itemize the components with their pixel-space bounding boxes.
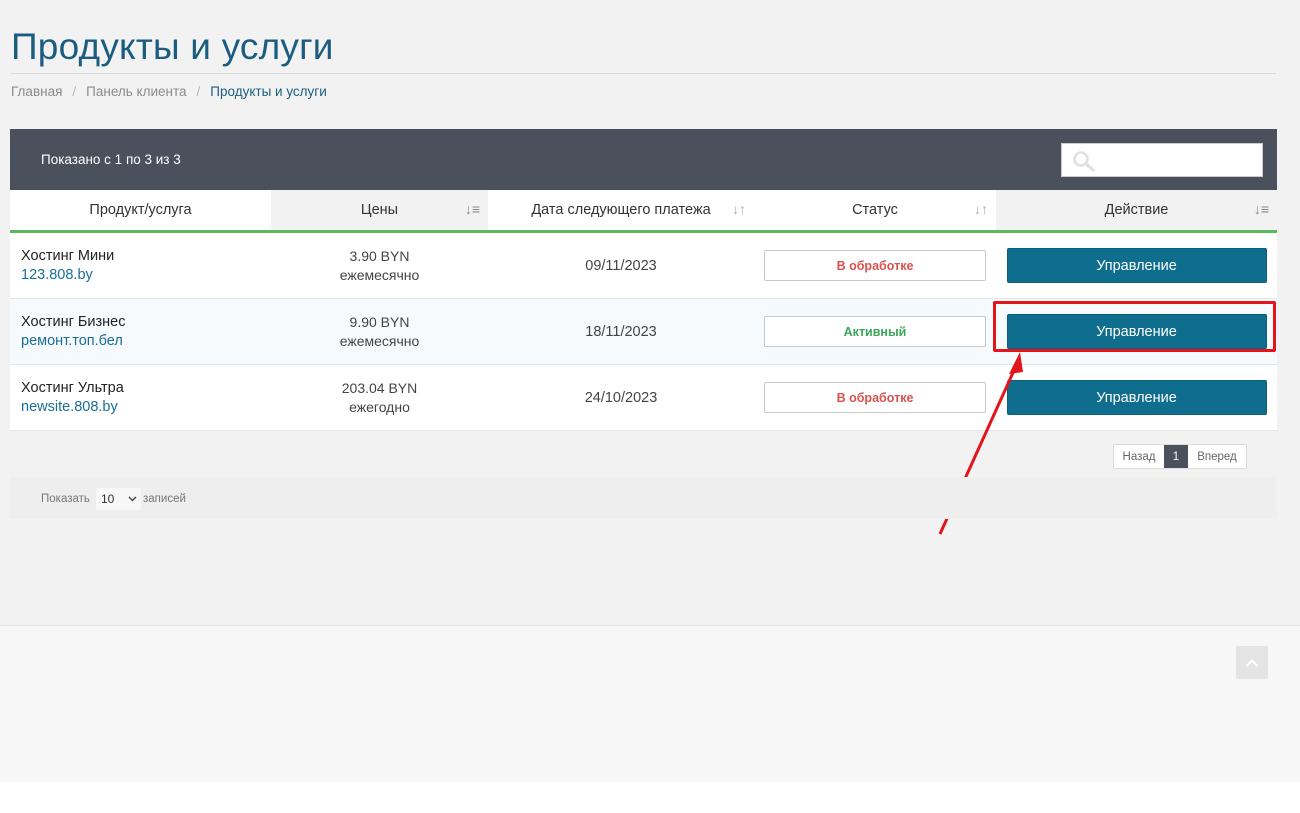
- breadcrumb-client-panel[interactable]: Панель клиента: [86, 84, 186, 99]
- status-badge: В обработке: [764, 250, 986, 281]
- breadcrumb: Главная / Панель клиента / Продукты и ус…: [11, 84, 327, 99]
- breadcrumb-current: Продукты и услуги: [210, 84, 327, 99]
- product-cell: Хостинг Бизнес ремонт.топ.бел: [10, 314, 271, 349]
- sort-both-icon: ↓↑: [732, 201, 746, 217]
- billing-cycle: ежемесячно: [339, 266, 420, 283]
- length-prefix: Показать: [41, 493, 90, 505]
- table-toolbar: Показано с 1 по 3 из 3: [10, 129, 1277, 190]
- footer: [0, 625, 1300, 782]
- column-header-status[interactable]: Статус ↓↑: [754, 190, 996, 233]
- scroll-to-top-button[interactable]: [1236, 646, 1268, 679]
- pagination-next-button[interactable]: Вперед: [1188, 445, 1246, 468]
- action-cell: Управление: [996, 248, 1277, 283]
- sort-both-icon: ↓↑: [974, 201, 988, 217]
- column-header-label: Статус: [852, 202, 898, 218]
- next-payment-date: 24/10/2023: [584, 389, 658, 406]
- search-input[interactable]: [1061, 143, 1263, 177]
- table-row[interactable]: Хостинг Ультра newsite.808.by 203.04 BYN…: [10, 365, 1277, 431]
- table-row[interactable]: Хостинг Мини 123.808.by 3.90 BYN ежемеся…: [10, 233, 1277, 299]
- action-cell: Управление: [996, 380, 1277, 415]
- pagination-page-button[interactable]: 1: [1164, 445, 1188, 468]
- column-header-product[interactable]: Продукт/услуга: [10, 190, 271, 233]
- column-header-price[interactable]: Цены ↓≡: [271, 190, 488, 233]
- next-payment-date: 09/11/2023: [585, 257, 657, 274]
- price-cell: 3.90 BYN ежемесячно: [271, 247, 488, 285]
- pagination-prev-button[interactable]: Назад: [1114, 445, 1164, 468]
- column-header-label: Цены: [360, 202, 399, 218]
- table-info: Показано с 1 по 3 из 3: [41, 152, 181, 167]
- product-name: Хостинг Мини: [21, 248, 115, 264]
- annotation-highlight-box: [993, 301, 1276, 352]
- price-cell: 203.04 BYN ежегодно: [271, 379, 488, 417]
- table-header: Продукт/услуга Цены ↓≡ Дата следующего п…: [10, 190, 1277, 233]
- breadcrumb-separator: /: [196, 84, 201, 99]
- title-divider: [11, 73, 1276, 74]
- column-header-label: Продукт/услуга: [89, 202, 192, 218]
- search-icon: [1073, 151, 1095, 172]
- product-cell: Хостинг Ультра newsite.808.by: [10, 380, 271, 415]
- product-cell: Хостинг Мини 123.808.by: [10, 248, 271, 283]
- page-length-select[interactable]: 10: [96, 488, 141, 510]
- billing-cycle: ежегодно: [349, 398, 410, 415]
- column-header-action[interactable]: Действие ↓≡: [996, 190, 1277, 233]
- pagination: Назад 1 Вперед: [1113, 444, 1247, 469]
- price-amount: 203.04 BYN: [341, 379, 418, 396]
- product-domain[interactable]: ремонт.топ.бел: [21, 333, 271, 349]
- sort-desc-icon: ↓≡: [1253, 201, 1269, 217]
- product-domain[interactable]: 123.808.by: [21, 267, 271, 283]
- breadcrumb-home[interactable]: Главная: [11, 84, 62, 99]
- page-length-bar: Показать 10 записей: [10, 477, 1277, 519]
- chevron-up-icon: [1245, 658, 1259, 667]
- column-header-label: Дата следующего платежа: [531, 202, 711, 218]
- manage-button[interactable]: Управление: [1006, 248, 1267, 283]
- column-header-next-payment[interactable]: Дата следующего платежа ↓↑: [488, 190, 754, 233]
- length-suffix: записей: [143, 493, 186, 505]
- sort-desc-icon: ↓≡: [464, 201, 480, 217]
- page-length-value: 10: [101, 492, 115, 506]
- next-payment-date: 18/11/2023: [585, 323, 657, 340]
- page-title: Продукты и услуги: [11, 26, 334, 67]
- price-cell: 9.90 BYN ежемесячно: [271, 313, 488, 351]
- manage-button[interactable]: Управление: [1006, 380, 1267, 415]
- price-amount: 3.90 BYN: [349, 247, 410, 264]
- billing-cycle: ежемесячно: [339, 332, 420, 349]
- status-cell: В обработке: [754, 250, 996, 281]
- column-header-label: Действие: [1104, 202, 1169, 218]
- price-amount: 9.90 BYN: [349, 313, 410, 330]
- products-table-panel: Показано с 1 по 3 из 3 Продукт/услуга Це…: [10, 129, 1277, 431]
- chevron-down-icon: [128, 492, 137, 509]
- product-name: Хостинг Бизнес: [21, 314, 126, 330]
- product-domain[interactable]: newsite.808.by: [21, 399, 271, 415]
- product-name: Хостинг Ультра: [21, 380, 124, 396]
- breadcrumb-separator: /: [72, 84, 77, 99]
